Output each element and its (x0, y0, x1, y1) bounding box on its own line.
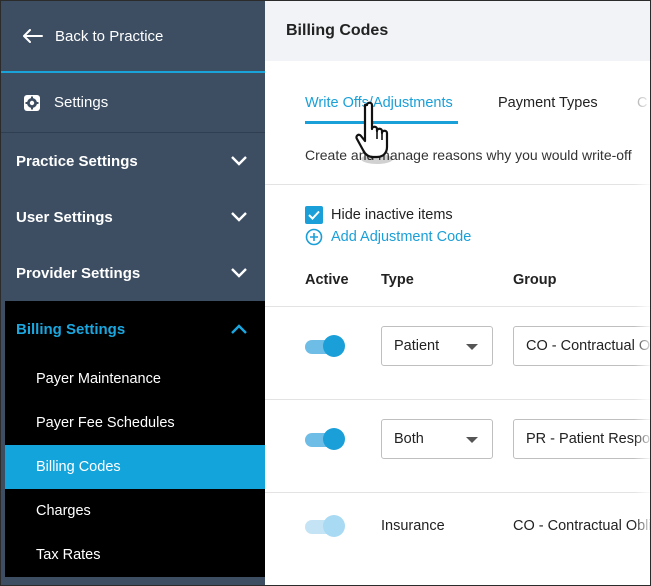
type-select[interactable]: Both (381, 419, 493, 459)
group-select[interactable]: PR - Patient Responsibility (513, 419, 651, 459)
gear-icon (24, 94, 40, 111)
settings-label: Settings (54, 94, 109, 111)
table-row: Patient CO - Contractual Obligation (265, 307, 651, 400)
page-title: Billing Codes (265, 1, 650, 61)
toggle-knob (323, 515, 345, 537)
group-value: CO - Contractual Obligation (513, 518, 650, 534)
sidebar-item-payer-fee-schedules[interactable]: Payer Fee Schedules (5, 401, 265, 445)
back-label: Back to Practice (55, 27, 164, 45)
toggle-knob (323, 428, 345, 450)
active-toggle[interactable] (305, 515, 345, 537)
sidebar-item-label: Payer Fee Schedules (36, 415, 175, 431)
type-value: Both (394, 431, 424, 447)
tab-bar: Write Offs/Adjustments Payment Types C (265, 61, 650, 125)
add-adjustment-code-button[interactable]: Add Adjustment Code (265, 227, 650, 247)
group-value: CO - Contractual Obligation (526, 338, 651, 354)
sidebar-item-label: Billing Codes (36, 459, 121, 475)
type-value: Insurance (381, 518, 445, 534)
sidebar-item-label: Charges (36, 503, 91, 519)
sidebar-item-billing-codes[interactable]: Billing Codes (5, 445, 265, 489)
back-arrow-icon (23, 29, 43, 43)
active-toggle[interactable] (305, 335, 345, 357)
checkbox-checked-icon[interactable] (305, 206, 323, 224)
settings-header[interactable]: Settings (1, 73, 265, 133)
hide-inactive-label: Hide inactive items (331, 207, 453, 223)
app-window: Back to Practice Settings Practice Setti… (0, 0, 651, 586)
sidebar: Back to Practice Settings Practice Setti… (1, 1, 265, 585)
page-description: Create and manage reasons why you would … (265, 125, 650, 185)
section-label: Provider Settings (16, 264, 141, 282)
user-settings-section[interactable]: User Settings (1, 189, 265, 245)
sidebar-item-payer-maintenance[interactable]: Payer Maintenance (5, 357, 265, 401)
chevron-down-icon (231, 156, 247, 166)
active-toggle[interactable] (305, 428, 345, 450)
section-label: User Settings (16, 208, 113, 226)
sidebar-item-charges[interactable]: Charges (5, 489, 265, 533)
chevron-down-icon (231, 212, 247, 222)
toggle-knob (323, 335, 345, 357)
sidebar-item-label: Tax Rates (36, 547, 101, 563)
table-row: Both PR - Patient Responsibility (265, 400, 651, 493)
main-panel: Billing Codes Write Offs/Adjustments Pay… (265, 1, 651, 585)
chevron-down-icon (466, 344, 478, 350)
practice-settings-section[interactable]: Practice Settings (1, 133, 265, 189)
type-value: Patient (394, 338, 440, 354)
chevron-up-icon (231, 324, 247, 334)
tab-partial[interactable]: C (637, 95, 647, 111)
column-header-active: Active (305, 272, 349, 288)
hand-cursor-icon (355, 101, 393, 164)
sidebar-item-label: Payer Maintenance (36, 371, 161, 387)
back-to-practice-link[interactable]: Back to Practice (1, 1, 265, 73)
chevron-down-icon (231, 268, 247, 278)
column-header-group: Group (513, 272, 557, 288)
table-header: Active Type Group (265, 247, 650, 307)
type-select[interactable]: Patient (381, 326, 493, 366)
group-select[interactable]: CO - Contractual Obligation (513, 326, 651, 366)
chevron-down-icon (466, 437, 478, 443)
section-label: Practice Settings (16, 152, 138, 170)
section-label: Billing Settings (16, 320, 126, 338)
add-label: Add Adjustment Code (331, 229, 472, 245)
column-header-type: Type (381, 272, 414, 288)
billing-settings-section[interactable]: Billing Settings (5, 301, 265, 357)
sidebar-item-tax-rates[interactable]: Tax Rates (5, 533, 265, 577)
tab-payment-types[interactable]: Payment Types (498, 95, 598, 111)
provider-settings-section[interactable]: Provider Settings (1, 245, 265, 301)
table-row: Insurance CO - Contractual Obligation (265, 493, 650, 585)
plus-circle-icon (305, 228, 323, 246)
billing-settings-group: Billing Settings Payer Maintenance Payer… (1, 301, 265, 577)
group-value: PR - Patient Responsibility (526, 431, 651, 447)
